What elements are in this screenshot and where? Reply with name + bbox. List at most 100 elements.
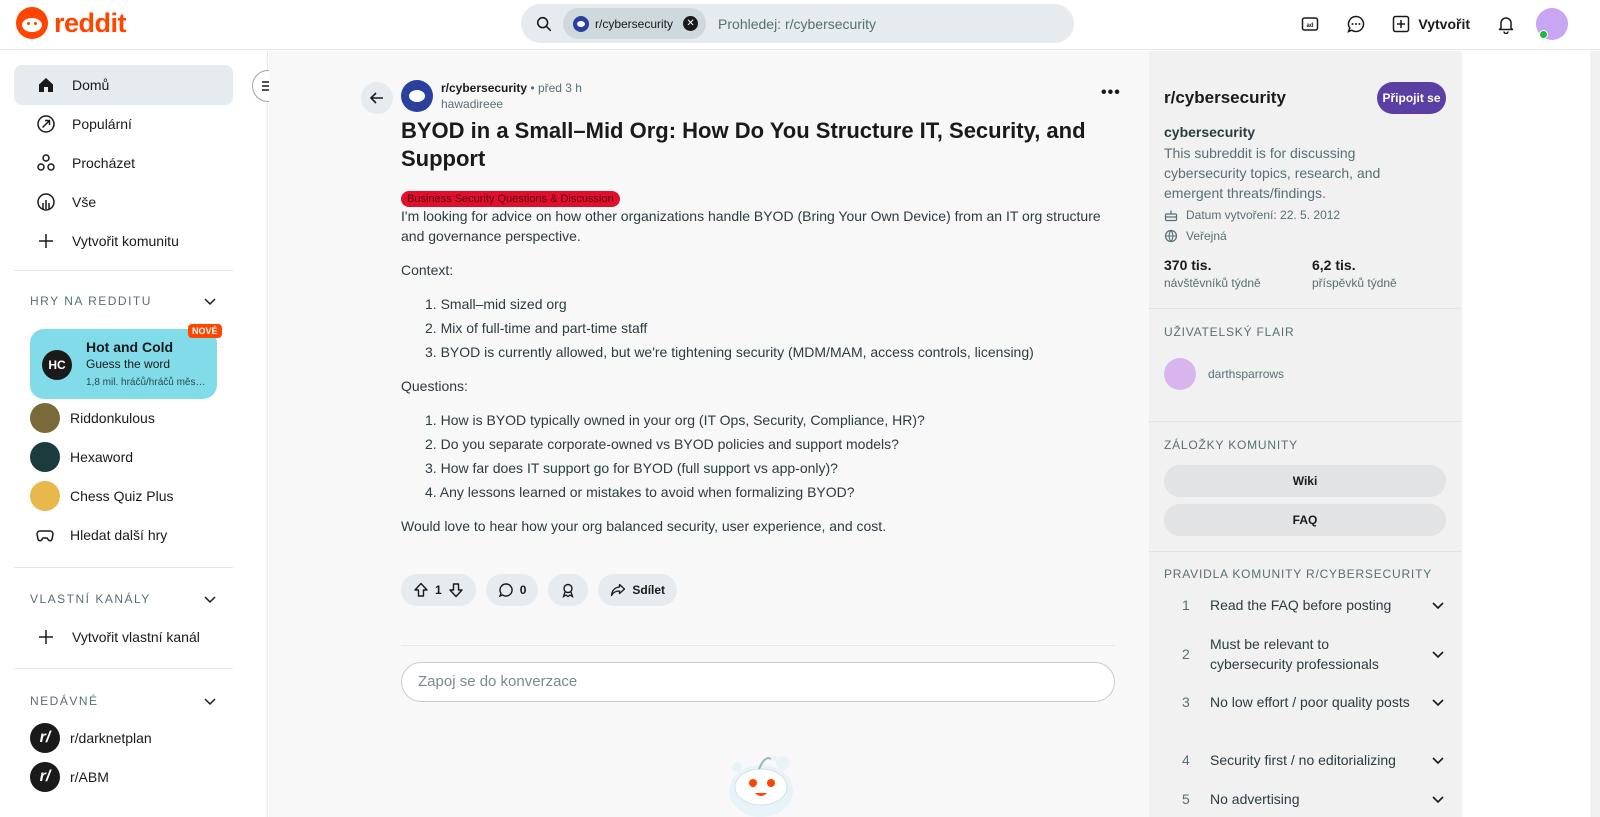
award-button[interactable]: [548, 574, 589, 606]
upvote-icon[interactable]: [413, 582, 429, 598]
recent-item-darknetplan[interactable]: r/ r/darknetplan: [30, 722, 230, 754]
featured-game-card[interactable]: HC Hot and Cold Guess the word 1,8 mil. …: [30, 329, 217, 399]
bookmark-wiki-button[interactable]: Wiki: [1164, 465, 1446, 497]
featured-game-title: Hot and Cold: [86, 339, 174, 355]
community-title[interactable]: r/cybersecurity: [1164, 88, 1286, 108]
search-bar[interactable]: r/cybersecurity ✕ Prohledej: r/cybersecu…: [521, 4, 1074, 43]
post-main: r/cybersecurity • před 3 h hawadireee ••…: [269, 51, 1149, 817]
rule-number: 5: [1182, 791, 1190, 807]
rule-text: Read the FAQ before posting: [1210, 597, 1392, 613]
share-button[interactable]: Sdílet: [598, 574, 678, 606]
post-flair[interactable]: Business Security Questions & Discussion: [401, 191, 620, 207]
user-flair-name: darthsparrows: [1208, 367, 1285, 381]
page-scrollbar[interactable]: [1590, 51, 1600, 817]
vote-control: 1: [401, 574, 476, 606]
join-button[interactable]: Připojit se: [1377, 82, 1446, 114]
gamepad-icon: [30, 525, 60, 545]
comment-input[interactable]: Zapoj se do konverzace: [401, 662, 1115, 702]
game-item-chess-quiz-plus[interactable]: Chess Quiz Plus: [30, 480, 230, 512]
community-name: cybersecurity: [1164, 124, 1256, 140]
bookmark-faq-button[interactable]: FAQ: [1164, 504, 1446, 536]
arrow-left-icon: [369, 92, 383, 104]
search-scope-label: r/cybersecurity: [595, 16, 674, 31]
subreddit-avatar-icon: [573, 15, 589, 32]
question-item: How far does IT support go for BYOD (ful…: [440, 460, 838, 476]
new-badge: NOVÉ: [188, 324, 222, 338]
context-list: 1. Small–mid sized org 2. Mix of full-ti…: [425, 292, 1125, 364]
plus-square-icon: [1393, 15, 1410, 33]
popular-icon: [36, 114, 56, 134]
comment-count: 0: [519, 583, 527, 597]
question-item: How is BYOD typically owned in your org …: [440, 412, 925, 428]
more-options-button[interactable]: •••: [1101, 84, 1121, 102]
sidebar-divider: [1149, 551, 1462, 552]
sidebar-divider: [14, 567, 233, 568]
left-sidebar: Domů Populární Procházet Vše Vytvořit ko…: [0, 51, 268, 817]
user-flair-preview[interactable]: darthsparrows: [1164, 358, 1284, 390]
sidebar-item-explore[interactable]: Procházet: [14, 143, 233, 183]
post-time: • před 3 h: [530, 81, 582, 95]
share-icon: [611, 583, 626, 597]
comments-button[interactable]: 0: [485, 574, 539, 606]
create-custom-feed[interactable]: Vytvořit vlastní kanál: [14, 617, 233, 657]
search-scope-chip[interactable]: r/cybersecurity ✕: [563, 8, 707, 39]
sidebar-item-home[interactable]: Domů: [14, 65, 233, 105]
recent-title: NEDÁVNÉ: [30, 694, 99, 708]
sidebar-item-label: Vytvořit komunitu: [72, 233, 179, 249]
create-post-button[interactable]: Vytvořit: [1386, 15, 1476, 33]
rules-header: PRAVIDLA KOMUNITY R/CYBERSECURITY: [1164, 567, 1433, 581]
rule-item[interactable]: 3 No low effort / poor quality posts: [1164, 692, 1446, 712]
hot-and-cold-logo: HC: [42, 350, 72, 380]
game-label: Hexaword: [70, 449, 134, 465]
chevron-down-icon: [1432, 699, 1444, 707]
game-item-hexaword[interactable]: Hexaword: [30, 441, 230, 473]
globe-icon: [1164, 229, 1178, 243]
advertise-button[interactable]: ad: [1294, 8, 1326, 40]
chat-button[interactable]: [1340, 8, 1372, 40]
questions-label: Questions:: [401, 378, 468, 394]
home-icon: [36, 75, 56, 95]
rule-text: No low effort / poor quality posts: [1210, 694, 1410, 710]
rule-item[interactable]: 5 No advertising: [1164, 789, 1446, 809]
weekly-posts-label: příspěvků týdně: [1312, 276, 1397, 290]
chevron-down-icon: [204, 298, 216, 306]
post-outro: Would love to hear how your org balanced…: [401, 518, 887, 534]
games-section-title: HRY NA REDDITU: [30, 294, 152, 308]
recent-item-abm[interactable]: r/ r/ABM: [30, 761, 230, 793]
reddit-logo[interactable]: reddit: [16, 7, 127, 39]
featured-game-subtitle: Guess the word: [86, 357, 171, 371]
games-section-header[interactable]: HRY NA REDDITU: [30, 294, 217, 308]
recent-header[interactable]: NEDÁVNÉ: [30, 694, 217, 708]
plus-icon: [36, 231, 56, 251]
post-subreddit-link[interactable]: r/cybersecurity: [441, 81, 527, 95]
riddonkulous-icon: [30, 403, 60, 433]
sidebar-item-create-community[interactable]: Vytvořit komunitu: [14, 221, 233, 261]
post-author[interactable]: hawadireee: [441, 97, 503, 111]
clear-scope-icon[interactable]: ✕: [683, 16, 699, 31]
custom-feeds-header[interactable]: VLASTNÍ KANÁLY: [30, 592, 217, 606]
logo-text: reddit: [54, 7, 127, 38]
rule-item[interactable]: 4 Security first / no editorializing: [1164, 750, 1446, 770]
bookmarks-header: ZÁLOŽKY KOMUNITY: [1164, 438, 1298, 452]
find-more-games[interactable]: Hledat další hry: [30, 519, 230, 551]
sidebar-item-all[interactable]: Vše: [14, 182, 233, 222]
visibility: Veřejná: [1164, 229, 1227, 243]
rule-item[interactable]: 1 Read the FAQ before posting: [1164, 595, 1446, 615]
weekly-visitors-value: 370 tis.: [1164, 257, 1212, 273]
bell-icon: [1498, 17, 1514, 34]
back-button[interactable]: [361, 82, 393, 114]
create-label: Vytvořit: [1418, 16, 1470, 32]
game-item-riddonkulous[interactable]: Riddonkulous: [30, 402, 230, 434]
subreddit-avatar[interactable]: [401, 80, 433, 112]
chat-icon: [1347, 15, 1365, 33]
downvote-icon[interactable]: [448, 582, 464, 598]
explore-icon: [36, 153, 56, 173]
user-avatar[interactable]: [1536, 8, 1568, 40]
rule-item[interactable]: 2 Must be relevant to cybersecurity prof…: [1164, 634, 1446, 674]
notifications-button[interactable]: [1490, 8, 1522, 40]
search-input[interactable]: Prohledej: r/cybersecurity: [718, 16, 876, 32]
game-label: Riddonkulous: [70, 410, 155, 426]
question-item: Any lessons learned or mistakes to avoid…: [439, 484, 855, 500]
sidebar-item-popular[interactable]: Populární: [14, 104, 233, 144]
community-sidebar: r/cybersecurity Připojit se cybersecurit…: [1149, 51, 1462, 817]
